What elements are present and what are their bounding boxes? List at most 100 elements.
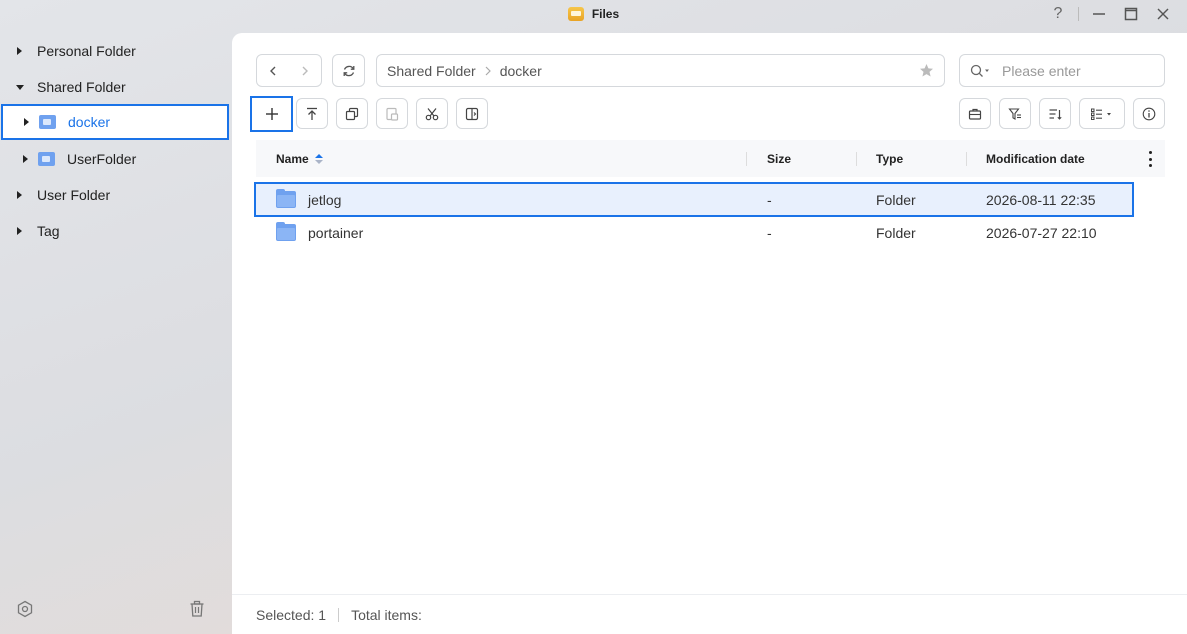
sidebar-item-shared-folder[interactable]: Shared Folder bbox=[0, 69, 232, 105]
caret-right-icon[interactable] bbox=[24, 118, 29, 126]
selected-count: Selected: 1 bbox=[256, 606, 327, 623]
row-size: - bbox=[767, 224, 772, 241]
refresh-group bbox=[332, 54, 365, 87]
chevron-left-icon bbox=[270, 66, 276, 75]
search-box bbox=[959, 54, 1165, 87]
settings-button[interactable] bbox=[14, 598, 36, 620]
refresh-icon bbox=[343, 65, 354, 76]
column-header-name[interactable]: Name bbox=[276, 140, 323, 177]
search-input[interactable] bbox=[1002, 62, 1142, 79]
sidebar: Personal Folder Shared Folder docker Use… bbox=[0, 33, 232, 634]
minimize-button[interactable] bbox=[1083, 1, 1115, 27]
help-button[interactable]: ? bbox=[1042, 1, 1074, 27]
window-title: Files bbox=[0, 0, 1187, 28]
caret-right-icon[interactable] bbox=[17, 47, 22, 55]
view-mode-button[interactable] bbox=[1079, 98, 1125, 129]
column-divider[interactable] bbox=[966, 152, 967, 166]
upload-button[interactable] bbox=[296, 98, 328, 129]
move-icon bbox=[465, 107, 479, 120]
row-type: Folder bbox=[876, 191, 916, 208]
sidebar-item-label: docker bbox=[68, 114, 111, 130]
column-header-size-label: Size bbox=[767, 151, 792, 166]
recycle-bin-button[interactable] bbox=[186, 598, 208, 620]
info-icon bbox=[1142, 107, 1156, 120]
filter-icon bbox=[1008, 107, 1021, 120]
sidebar-item-tag[interactable]: Tag bbox=[0, 213, 232, 249]
favorite-star-icon[interactable] bbox=[919, 63, 934, 81]
row-size: - bbox=[767, 191, 772, 208]
column-header-size[interactable]: Size bbox=[767, 140, 791, 177]
create-button[interactable] bbox=[250, 96, 293, 132]
sidebar-item-label: User Folder bbox=[37, 187, 111, 203]
row-type: Folder bbox=[876, 224, 916, 241]
column-header-type-label: Type bbox=[876, 151, 904, 166]
sidebar-item-user-folder[interactable]: User Folder bbox=[0, 177, 232, 213]
maximize-icon bbox=[1124, 7, 1138, 21]
paste-icon bbox=[386, 107, 399, 121]
sidebar-item-docker[interactable]: docker bbox=[1, 104, 229, 140]
files-app-icon bbox=[567, 7, 584, 21]
table-row[interactable]: portainer - Folder 2026-07-27 22:10 bbox=[254, 215, 1134, 250]
close-button[interactable] bbox=[1147, 1, 1179, 27]
table-header: Name Size Type Modification date bbox=[256, 140, 1165, 177]
column-header-name-label: Name bbox=[276, 151, 309, 166]
sort-button[interactable] bbox=[1039, 98, 1071, 129]
sort-icon bbox=[1049, 108, 1062, 120]
sidebar-item-userfolder[interactable]: UserFolder bbox=[0, 141, 232, 177]
minimize-icon bbox=[1093, 13, 1105, 15]
caret-right-icon[interactable] bbox=[23, 155, 28, 163]
column-header-type[interactable]: Type bbox=[876, 140, 903, 177]
user-folder-icon bbox=[38, 152, 55, 166]
search-icon[interactable] bbox=[970, 64, 992, 78]
maximize-button[interactable] bbox=[1115, 1, 1147, 27]
list-view-icon bbox=[1091, 108, 1111, 120]
caret-down-icon[interactable] bbox=[16, 84, 24, 90]
table-row[interactable]: jetlog - Folder 2026-08-11 22:35 bbox=[254, 182, 1134, 217]
info-button[interactable] bbox=[1133, 98, 1165, 129]
breadcrumb-item-docker[interactable]: docker bbox=[500, 63, 542, 79]
copy-button[interactable] bbox=[336, 98, 368, 129]
column-header-modification-date[interactable]: Modification date bbox=[986, 140, 1085, 177]
upload-icon bbox=[307, 107, 317, 120]
column-divider[interactable] bbox=[746, 152, 747, 166]
toolbox-icon bbox=[968, 108, 982, 120]
move-button[interactable] bbox=[456, 98, 488, 129]
cut-button[interactable] bbox=[416, 98, 448, 129]
paste-button[interactable] bbox=[376, 98, 408, 129]
history-nav bbox=[256, 54, 322, 87]
window-controls: ? bbox=[1042, 0, 1179, 28]
chevron-right-icon bbox=[302, 66, 308, 75]
plus-icon bbox=[265, 108, 278, 120]
breadcrumb-separator-icon bbox=[484, 66, 492, 76]
caret-right-icon[interactable] bbox=[17, 227, 22, 235]
row-modified: 2026-08-11 22:35 bbox=[986, 191, 1096, 208]
back-button[interactable] bbox=[257, 55, 289, 86]
status-divider bbox=[338, 607, 340, 622]
settings-hexagon-icon bbox=[17, 600, 33, 618]
sidebar-footer bbox=[0, 588, 232, 634]
window-controls-divider bbox=[1078, 7, 1079, 21]
total-items: Total items: bbox=[351, 606, 422, 623]
forward-button[interactable] bbox=[289, 55, 321, 86]
sidebar-item-label: UserFolder bbox=[67, 151, 137, 167]
toolbox-button[interactable] bbox=[959, 98, 991, 129]
sidebar-item-personal-folder[interactable]: Personal Folder bbox=[0, 33, 232, 69]
row-modified: 2026-07-27 22:10 bbox=[986, 224, 1097, 241]
breadcrumb-item-shared-folder[interactable]: Shared Folder bbox=[387, 63, 476, 79]
folder-icon bbox=[276, 222, 296, 241]
filter-button[interactable] bbox=[999, 98, 1031, 129]
column-divider[interactable] bbox=[856, 152, 857, 166]
scissors-icon bbox=[425, 107, 439, 120]
column-options-icon[interactable] bbox=[1143, 151, 1157, 167]
row-name: jetlog bbox=[308, 191, 342, 208]
refresh-button[interactable] bbox=[333, 55, 364, 86]
title-bar: Files ? bbox=[0, 0, 1187, 30]
sidebar-item-label: Shared Folder bbox=[37, 79, 126, 95]
help-icon: ? bbox=[1053, 5, 1063, 22]
sort-ascending-icon bbox=[314, 153, 323, 164]
window-title-text: Files bbox=[591, 7, 620, 21]
caret-right-icon[interactable] bbox=[17, 191, 22, 199]
column-header-modification-date-label: Modification date bbox=[986, 151, 1085, 166]
trash-icon bbox=[190, 600, 204, 617]
main-panel: Shared Folder docker Please enter Name S… bbox=[232, 33, 1187, 634]
